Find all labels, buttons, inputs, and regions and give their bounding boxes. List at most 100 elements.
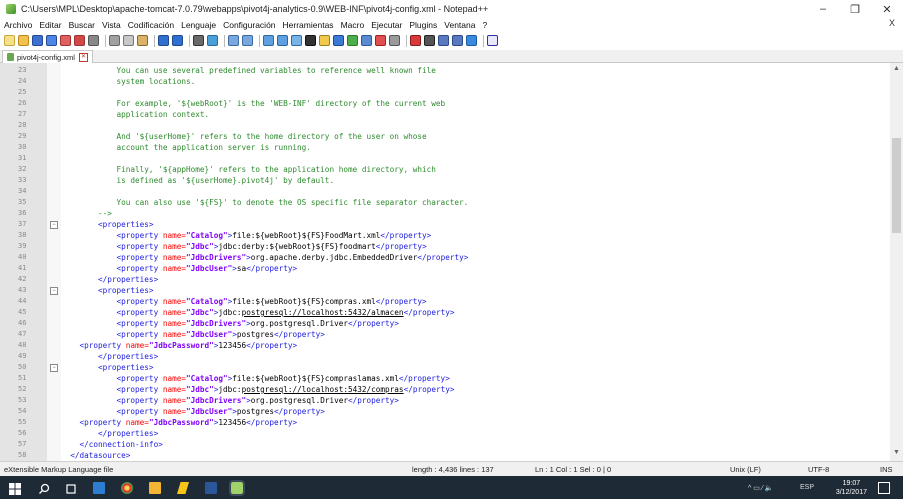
fold-toggle-icon[interactable]: − [50,221,58,229]
notepad-plus-plus-icon[interactable] [6,4,16,14]
menu-ejecutar[interactable]: Ejecutar [371,20,402,30]
notepad-taskbar-icon[interactable] [229,480,245,496]
fold-toggle-icon[interactable]: − [50,287,58,295]
open-file-icon[interactable] [18,35,29,46]
code-line[interactable]: 50 − <properties> [0,362,890,373]
code-line[interactable]: 46 <property name="JdbcDrivers">org.post… [0,318,890,329]
clock[interactable]: 19:07 3/12/2017 [836,479,867,497]
code-line[interactable]: 57 </connection-info> [0,439,890,450]
chrome-icon[interactable] [121,482,133,494]
close-all-icon[interactable] [74,35,85,46]
menu-editar[interactable]: Editar [39,20,61,30]
code-line[interactable]: 28 [0,120,890,131]
menu-macro[interactable]: Macro [341,20,365,30]
save-icon[interactable] [32,35,43,46]
paste-icon[interactable] [137,35,148,46]
code-line[interactable]: 40 <property name="JdbcDrivers">org.apac… [0,252,890,263]
code-line[interactable]: 49 </properties> [0,351,890,362]
app-blue-icon[interactable] [93,482,105,494]
zoom-out-icon[interactable] [242,35,253,46]
code-line[interactable]: 36 --> [0,208,890,219]
tray-icons[interactable]: ^ ▭ ⁄ 🔈 [748,484,774,492]
monitoring-icon[interactable] [389,35,400,46]
tray-language[interactable]: ESP [800,484,814,491]
code-line[interactable]: 56 </properties> [0,428,890,439]
word-wrap-icon[interactable] [291,35,302,46]
vertical-scrollbar[interactable]: ▲ ▼ [890,63,903,461]
cut-icon[interactable] [109,35,120,46]
close-file-icon[interactable] [60,35,71,46]
code-line[interactable]: 58 </datasource> [0,450,890,461]
menu-herramientas[interactable]: Herramientas [283,20,334,30]
stop-macro-icon[interactable] [424,35,435,46]
spell-check-icon[interactable] [487,35,498,46]
code-line[interactable]: 35 You can also use '${FS}' to denote th… [0,197,890,208]
print-icon[interactable] [88,35,99,46]
code-line[interactable]: 41 <property name="JdbcUser">sa</propert… [0,263,890,274]
maximize-button[interactable]: ❐ [839,0,871,18]
menu-archivo[interactable]: Archivo [4,20,32,30]
tab-close-icon[interactable]: ✕ [78,52,88,62]
windows-start-icon[interactable] [9,482,21,495]
copy-icon[interactable] [123,35,134,46]
code-line[interactable]: 52 <property name="Jdbc">jdbc:postgresql… [0,384,890,395]
code-line[interactable]: 38 <property name="Catalog">file:${webRo… [0,230,890,241]
minimize-button[interactable]: – [807,0,839,18]
code-line[interactable]: 43 − <properties> [0,285,890,296]
lang-define-icon[interactable] [333,35,344,46]
find-icon[interactable] [193,35,204,46]
code-line[interactable]: 39 <property name="Jdbc">jdbc:derby:${we… [0,241,890,252]
code-line[interactable]: 45 <property name="Jdbc">jdbc:postgresql… [0,307,890,318]
scroll-up-arrow-icon[interactable]: ▲ [890,65,903,75]
menu-ventana[interactable]: Ventana [444,20,475,30]
run-macro-multiple-icon[interactable] [452,35,463,46]
code-line[interactable]: 33 is defined as '${userHome}.pivot4j' b… [0,175,890,186]
fold-toggle-icon[interactable]: − [50,364,58,372]
code-line[interactable]: 53 <property name="JdbcDrivers">org.post… [0,395,890,406]
record-macro-icon[interactable] [410,35,421,46]
code-line[interactable]: 25 [0,87,890,98]
undo-icon[interactable] [158,35,169,46]
code-editor[interactable]: 23 You can use several predefined variab… [0,63,903,461]
code-line[interactable]: 37 − <properties> [0,219,890,230]
menu-codificacion[interactable]: Codificación [128,20,174,30]
menu-vista[interactable]: Vista [102,20,121,30]
redo-icon[interactable] [172,35,183,46]
notifications-icon[interactable] [878,482,890,494]
code-line[interactable]: 54 <property name="JdbcUser">postgres</p… [0,406,890,417]
sync-scroll-h-icon[interactable] [277,35,288,46]
code-line[interactable]: 51 <property name="Catalog">file:${webRo… [0,373,890,384]
code-line[interactable]: 31 [0,153,890,164]
file-explorer-icon[interactable] [149,482,161,494]
code-line[interactable]: 48 <property name="JdbcPassword">123456<… [0,340,890,351]
code-line[interactable]: 30 account the application server is run… [0,142,890,153]
folder-workspace-icon[interactable] [375,35,386,46]
menu-lenguaje[interactable]: Lenguaje [181,20,216,30]
indent-guide-icon[interactable] [319,35,330,46]
menu-plugins[interactable]: Plugins [409,20,437,30]
code-line[interactable]: 34 [0,186,890,197]
menu-buscar[interactable]: Buscar [69,20,95,30]
save-macro-icon[interactable] [466,35,477,46]
code-line[interactable]: 29 And '${userHome}' refers to the home … [0,131,890,142]
code-line[interactable]: 55 <property name="JdbcPassword">123456<… [0,417,890,428]
code-line[interactable]: 23 You can use several predefined variab… [0,65,890,76]
save-all-icon[interactable] [46,35,57,46]
code-line[interactable]: 27 application context. [0,109,890,120]
play-macro-icon[interactable] [438,35,449,46]
new-file-icon[interactable] [4,35,15,46]
code-line[interactable]: 32 Finally, '${appHome}' refers to the a… [0,164,890,175]
scroll-down-arrow-icon[interactable]: ▼ [890,449,903,459]
doc-map-icon[interactable] [347,35,358,46]
search-icon[interactable] [38,482,50,494]
code-line[interactable]: 26 For example, '${webRoot}' is the 'WEB… [0,98,890,109]
menu-configuracion[interactable]: Configuración [223,20,275,30]
code-line[interactable]: 47 <property name="JdbcUser">postgres</p… [0,329,890,340]
code-line[interactable]: 44 <property name="Catalog">file:${webRo… [0,296,890,307]
function-list-icon[interactable] [361,35,372,46]
scroll-thumb[interactable] [892,138,901,233]
app-yellow-icon[interactable] [177,482,189,494]
tab-pivot4j-config[interactable]: pivot4j-config.xml ✕ [2,50,93,63]
sync-scroll-v-icon[interactable] [263,35,274,46]
menu-help[interactable]: ? [482,20,487,30]
